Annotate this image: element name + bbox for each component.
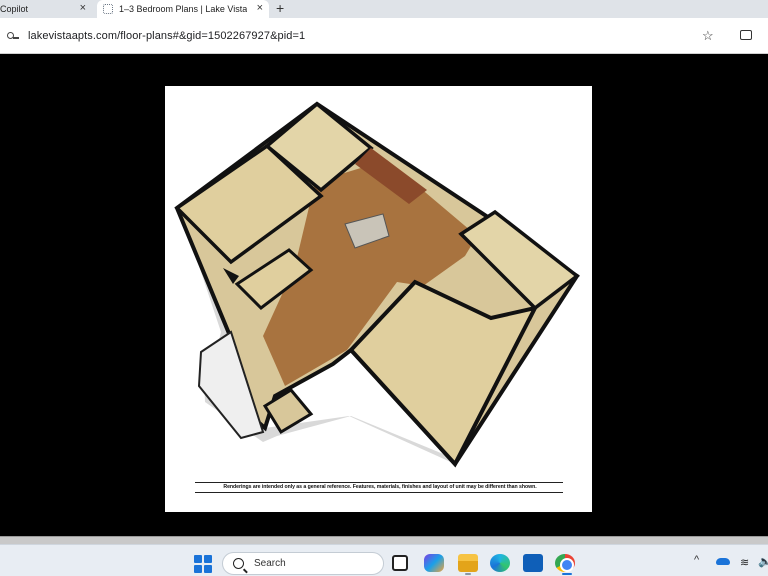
screen-share-icon[interactable] bbox=[740, 30, 752, 40]
search-placeholder: Search bbox=[254, 558, 286, 569]
tab-label: Copilot bbox=[0, 4, 29, 14]
outlook-icon[interactable] bbox=[523, 554, 543, 572]
search-icon bbox=[233, 558, 244, 569]
floor-plan-image[interactable]: Renderings are intended only as a genera… bbox=[165, 86, 592, 512]
taskbar: Search ^ ≋ 🔈 bbox=[0, 544, 768, 576]
show-hidden-icons-chevron-icon[interactable]: ^ bbox=[694, 554, 699, 566]
chrome-icon[interactable] bbox=[555, 554, 575, 572]
tab-label: 1–3 Bedroom Plans | Lake Vista bbox=[119, 4, 248, 14]
browser-toolbar: lakevistaapts.com/floor-plans#&gid=15022… bbox=[0, 18, 768, 54]
taskbar-search[interactable]: Search bbox=[222, 552, 384, 575]
tab-copilot[interactable]: Copilot × bbox=[0, 0, 92, 18]
windows-start-icon[interactable] bbox=[194, 555, 212, 573]
url-text[interactable]: lakevistaapts.com/floor-plans#&gid=15022… bbox=[28, 30, 305, 42]
divider bbox=[195, 492, 563, 493]
wifi-icon[interactable]: ≋ bbox=[740, 556, 749, 569]
new-tab-button[interactable]: + bbox=[276, 0, 284, 18]
close-icon[interactable]: × bbox=[80, 2, 86, 14]
edge-icon[interactable] bbox=[490, 554, 510, 572]
tab-floor-plans[interactable]: 1–3 Bedroom Plans | Lake Vista × bbox=[97, 0, 269, 18]
address-bar[interactable]: lakevistaapts.com/floor-plans#&gid=15022… bbox=[0, 24, 724, 48]
page-content: Renderings are intended only as a genera… bbox=[0, 54, 768, 536]
running-indicator bbox=[465, 573, 471, 575]
file-explorer-icon[interactable] bbox=[458, 554, 478, 572]
floor-plan-drawing bbox=[174, 101, 580, 468]
bookmark-star-icon[interactable]: ☆ bbox=[702, 28, 714, 44]
speaker-icon[interactable]: 🔈 bbox=[758, 555, 768, 568]
task-view-icon[interactable] bbox=[392, 555, 408, 571]
scrollbar[interactable] bbox=[0, 536, 768, 544]
disclaimer-text: Renderings are intended only as a genera… bbox=[223, 484, 537, 490]
page-favicon-icon bbox=[103, 4, 113, 14]
active-indicator bbox=[562, 573, 572, 575]
tab-strip: Copilot × 1–3 Bedroom Plans | Lake Vista… bbox=[0, 0, 768, 18]
onedrive-cloud-icon[interactable] bbox=[716, 558, 730, 565]
close-icon[interactable]: × bbox=[257, 2, 263, 14]
microsoft-365-icon[interactable] bbox=[424, 554, 444, 572]
divider bbox=[195, 482, 563, 483]
site-settings-icon[interactable] bbox=[6, 29, 20, 43]
